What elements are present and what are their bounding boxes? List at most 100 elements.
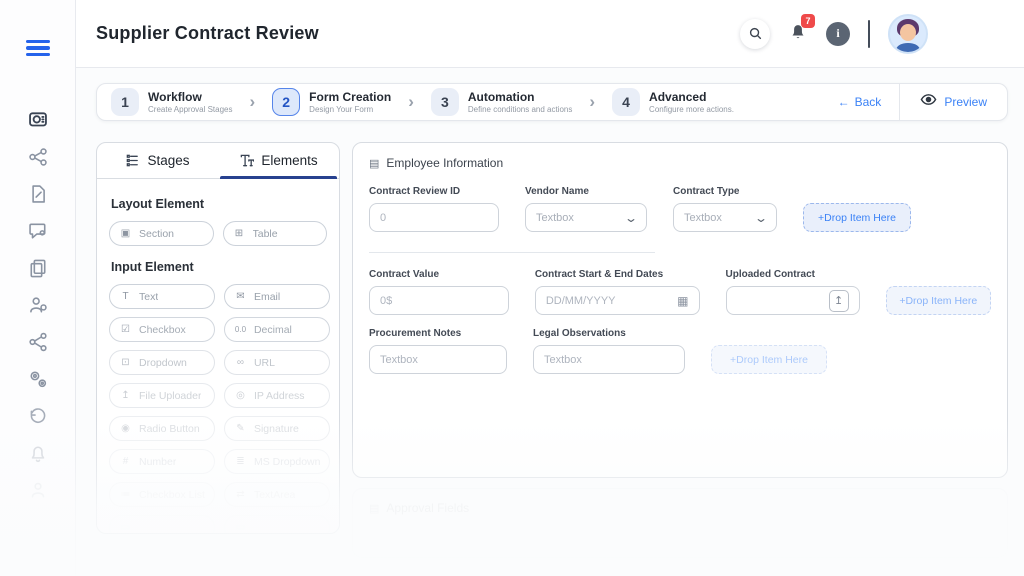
radio-button-icon: ◉ xyxy=(119,423,132,434)
tab-label: Stages xyxy=(147,153,189,168)
element-faded[interactable]: ▭ xyxy=(109,515,215,534)
back-arrow-icon: ← xyxy=(838,95,850,109)
file-upload-icon[interactable]: ↥ xyxy=(829,290,849,312)
search-icon xyxy=(748,26,763,41)
search-button[interactable] xyxy=(740,19,770,49)
contract-value-input[interactable] xyxy=(380,295,498,307)
step-workflow[interactable]: 1 Workflow Create Approval Stages xyxy=(111,88,233,116)
field-label: Contract Type xyxy=(673,186,777,197)
drop-zone-2[interactable]: +Drop Item Here xyxy=(886,286,991,315)
section-icon: ▤ xyxy=(369,157,379,170)
section-title: Employee Information xyxy=(386,156,503,170)
step-label: Workflow xyxy=(148,90,233,105)
tab-stages[interactable]: Stages xyxy=(97,143,218,178)
step-chevron-icon: › xyxy=(408,92,414,112)
field-label: Vendor Name xyxy=(525,186,647,197)
procurement-notes-input[interactable] xyxy=(380,354,496,366)
element-url[interactable]: ∞URL xyxy=(224,350,331,375)
step-number: 3 xyxy=(431,88,459,116)
element-number[interactable]: #Number xyxy=(109,449,215,474)
element-email[interactable]: ✉Email xyxy=(224,284,331,309)
contract-dates-input[interactable] xyxy=(546,295,677,307)
layout-element-grid: ▣Section ⊞Table xyxy=(109,221,327,246)
preview-button[interactable]: Preview xyxy=(899,84,1007,120)
ms-dropdown-icon: ≣ xyxy=(234,456,247,467)
contract-review-id-input[interactable] xyxy=(380,212,488,224)
ip-address-icon: ◎ xyxy=(234,390,247,401)
step-automation[interactable]: 3 Automation Define conditions and actio… xyxy=(431,88,573,116)
notifications-icon[interactable] xyxy=(26,441,50,465)
element-checkbox[interactable]: ☑Checkbox xyxy=(109,317,215,342)
workflow-icon[interactable] xyxy=(26,145,50,169)
teams-icon[interactable] xyxy=(26,478,50,502)
contract-dates-picker[interactable]: ▦ xyxy=(535,286,700,315)
field-legal-observations: Legal Observations xyxy=(533,328,685,374)
header: Supplier Contract Review 7 i xyxy=(76,0,1024,68)
eye-icon xyxy=(920,93,937,111)
decimal-icon: 0.0 xyxy=(234,325,247,334)
element-table[interactable]: ⊞Table xyxy=(223,221,328,246)
step-advanced[interactable]: 4 Advanced Configure more actions. xyxy=(612,88,734,116)
share-nodes-icon[interactable] xyxy=(26,330,50,354)
contract-type-select[interactable]: Textbox⌄ xyxy=(673,203,777,232)
back-label: Back xyxy=(855,95,882,109)
element-file-uploader[interactable]: ↥File Uploader xyxy=(109,383,215,408)
element-decimal[interactable]: 0.0Decimal xyxy=(224,317,331,342)
element-checkbox-list[interactable]: ≔Checkbox List xyxy=(109,482,215,507)
panel-tabs: Stages Elements xyxy=(97,143,339,179)
info-button[interactable]: i xyxy=(826,22,850,46)
row-divider xyxy=(369,252,655,253)
checkbox-icon: ☑ xyxy=(119,324,132,335)
documents-icon[interactable] xyxy=(26,256,50,280)
sidebar xyxy=(0,0,76,576)
section-header: ▤ Employee Information xyxy=(369,156,991,170)
integrations-icon[interactable] xyxy=(26,367,50,391)
element-ip-address[interactable]: ◎IP Address xyxy=(224,383,331,408)
field-label: Contract Value xyxy=(369,269,509,280)
tab-elements[interactable]: Elements xyxy=(218,143,339,178)
step-sublabel: Design Your Form xyxy=(309,105,391,115)
url-icon: ∞ xyxy=(234,357,247,368)
form-editor-icon[interactable] xyxy=(26,182,50,206)
uploaded-contract-control[interactable]: ↥ xyxy=(726,286,860,315)
field-label: Legal Observations xyxy=(533,328,685,339)
field-contract-review-id: Contract Review ID xyxy=(369,186,499,232)
avatar[interactable] xyxy=(888,14,928,54)
field-vendor-name: Vendor Name Textbox⌄ xyxy=(525,186,647,232)
field-label: Procurement Notes xyxy=(369,328,507,339)
step-sublabel: Define conditions and actions xyxy=(468,105,573,115)
drop-zone-3[interactable]: +Drop Item Here xyxy=(711,345,827,374)
field-contract-dates: Contract Start & End Dates ▦ xyxy=(535,269,700,315)
user-settings-icon[interactable] xyxy=(26,293,50,317)
step-number: 1 xyxy=(111,88,139,116)
dashboard-icon[interactable] xyxy=(26,108,50,132)
page-title: Supplier Contract Review xyxy=(96,23,319,44)
stages-icon xyxy=(125,153,140,168)
drop-zone-1[interactable]: +Drop Item Here xyxy=(803,203,911,232)
element-ms-dropdown[interactable]: ≣MS Dropdown xyxy=(224,449,331,474)
step-form-creation[interactable]: 2 Form Creation Design Your Form xyxy=(272,88,391,116)
typography-icon xyxy=(239,153,254,168)
back-button[interactable]: ← Back xyxy=(820,95,900,109)
element-textarea[interactable]: ⇄TextArea xyxy=(224,482,331,507)
hamburger-menu-icon[interactable] xyxy=(26,36,50,60)
chat-settings-icon[interactable] xyxy=(26,219,50,243)
step-number: 4 xyxy=(612,88,640,116)
file-uploader-icon: ↥ xyxy=(119,390,132,401)
form-row-1: Contract Review ID Vendor Name Textbox⌄ … xyxy=(369,186,991,232)
element-section[interactable]: ▣Section xyxy=(109,221,214,246)
element-dropdown[interactable]: ⊡Dropdown xyxy=(109,350,215,375)
element-signature[interactable]: ✎Signature xyxy=(224,416,331,441)
input-element-grid: TText ✉Email ☑Checkbox 0.0Decimal ⊡Dropd… xyxy=(109,284,327,534)
field-procurement-notes: Procurement Notes xyxy=(369,328,507,374)
history-icon[interactable] xyxy=(26,404,50,428)
element-faded[interactable]: ▭ xyxy=(224,515,331,534)
element-radio-button[interactable]: ◉Radio Button xyxy=(109,416,215,441)
field-contract-type: Contract Type Textbox⌄ xyxy=(673,186,777,232)
legal-observations-input[interactable] xyxy=(544,354,674,366)
element-text[interactable]: TText xyxy=(109,284,215,309)
notification-badge: 7 xyxy=(801,14,815,28)
tab-label: Elements xyxy=(261,153,317,168)
notifications-button[interactable]: 7 xyxy=(788,21,808,46)
vendor-name-select[interactable]: Textbox⌄ xyxy=(525,203,647,232)
